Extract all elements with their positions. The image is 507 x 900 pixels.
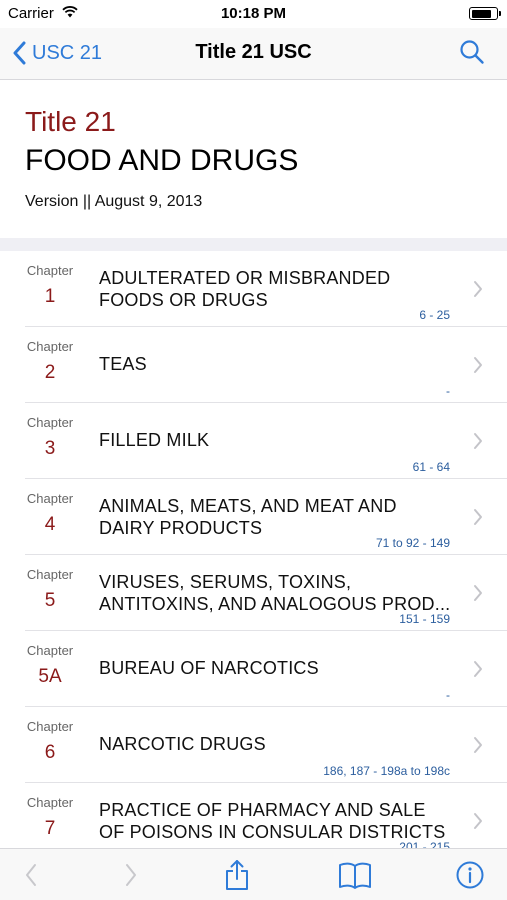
chevron-right-icon [474,737,482,753]
chapter-label: Chapter [26,415,74,430]
navigation-bar: USC 21 Title 21 USC [0,28,507,80]
chapter-number: 1 [44,286,56,307]
chapter-title: PRACTICE OF PHARMACY AND SALE OF POISONS… [99,800,446,842]
chevron-right-icon [474,433,482,449]
back-arrow-icon [26,864,36,886]
chapter-sections: 61 - 64 [412,460,450,474]
chapter-sections: 186, 187 - 198a to 198c [323,764,450,778]
info-icon [456,861,484,889]
chapter-title: BUREAU OF NARCOTICS [99,658,319,678]
search-icon[interactable] [459,39,485,65]
bottom-toolbar [0,848,507,900]
chapter-title: TEAS [99,354,147,374]
chapter-title: VIRUSES, SERUMS, TOXINS, ANTITOXINS, AND… [99,572,451,614]
chapter-title: FILLED MILK [99,430,210,450]
chevron-right-icon [474,813,482,829]
chapter-list: Chapter 1 ADULTERATED OR MISBRANDED FOOD… [0,251,507,848]
chapter-sections: 6 - 25 [419,308,450,322]
chapter-sections: 201 - 215 [399,840,450,848]
chapter-label: Chapter [26,567,74,582]
share-button[interactable] [222,859,252,891]
title-name: FOOD AND DRUGS [25,144,299,177]
chapter-row[interactable]: Chapter 2 TEAS - [0,327,507,403]
title-header: Title 21 FOOD AND DRUGS Version || Augus… [0,80,507,238]
status-time: 10:18 PM [220,5,287,22]
chapter-row[interactable]: Chapter 1 ADULTERATED OR MISBRANDED FOOD… [0,251,507,327]
chapter-label: Chapter [26,719,74,734]
chevron-right-icon [474,281,482,297]
chapter-label: Chapter [26,643,74,658]
bookmarks-icon [339,862,371,889]
chapter-row[interactable]: Chapter 7 PRACTICE OF PHARMACY AND SALE … [0,783,507,848]
chapter-number: 4 [44,514,56,535]
chapter-number: 6 [44,742,56,763]
chapter-number: 3 [44,438,56,459]
chapter-title: NARCOTIC DRUGS [99,734,266,754]
version-label: Version || August 9, 2013 [25,193,203,210]
chevron-right-icon [474,509,482,525]
chapter-label: Chapter [26,491,74,506]
title-number: Title 21 [25,106,116,137]
chapter-row[interactable]: Chapter 5 VIRUSES, SERUMS, TOXINS, ANTIT… [0,555,507,631]
chapter-label: Chapter [26,795,74,810]
chevron-right-icon [474,661,482,677]
forward-arrow-icon [126,864,136,886]
chapter-label: Chapter [26,339,74,354]
chapter-row[interactable]: Chapter 4 ANIMALS, MEATS, AND MEAT AND D… [0,479,507,555]
chapter-number: 2 [44,362,56,383]
info-button[interactable] [455,859,485,891]
chapter-sections: 71 to 92 - 149 [375,536,450,550]
chapter-row[interactable]: Chapter 3 FILLED MILK 61 - 64 [0,403,507,479]
chapter-sections: - [446,384,450,398]
chapter-title: ADULTERATED OR MISBRANDED FOODS OR DRUGS [99,268,391,310]
page-title: Title 21 USC [195,41,312,63]
chapter-title: ANIMALS, MEATS, AND MEAT AND DAIRY PRODU… [99,496,397,538]
chapter-number: 7 [44,818,56,839]
chapter-sections: 151 - 159 [399,612,450,626]
share-icon [226,860,248,890]
forward-arrow-button[interactable] [116,859,146,891]
chevron-right-icon [474,357,482,373]
chapter-sections: - [446,688,450,702]
battery-icon [469,7,501,20]
chapter-row[interactable]: Chapter 5A BUREAU OF NARCOTICS - [0,631,507,707]
chapter-label: Chapter [26,263,74,278]
section-divider [0,238,507,251]
chapter-number: 5A [38,666,62,687]
back-arrow-button[interactable] [16,859,46,891]
chapter-row[interactable]: Chapter 6 NARCOTIC DRUGS 186, 187 - 198a… [0,707,507,783]
status-bar: Carrier 10:18 PM [0,0,507,28]
bookmarks-button[interactable] [338,859,372,891]
chevron-right-icon [474,585,482,601]
chapter-number: 5 [44,590,56,611]
